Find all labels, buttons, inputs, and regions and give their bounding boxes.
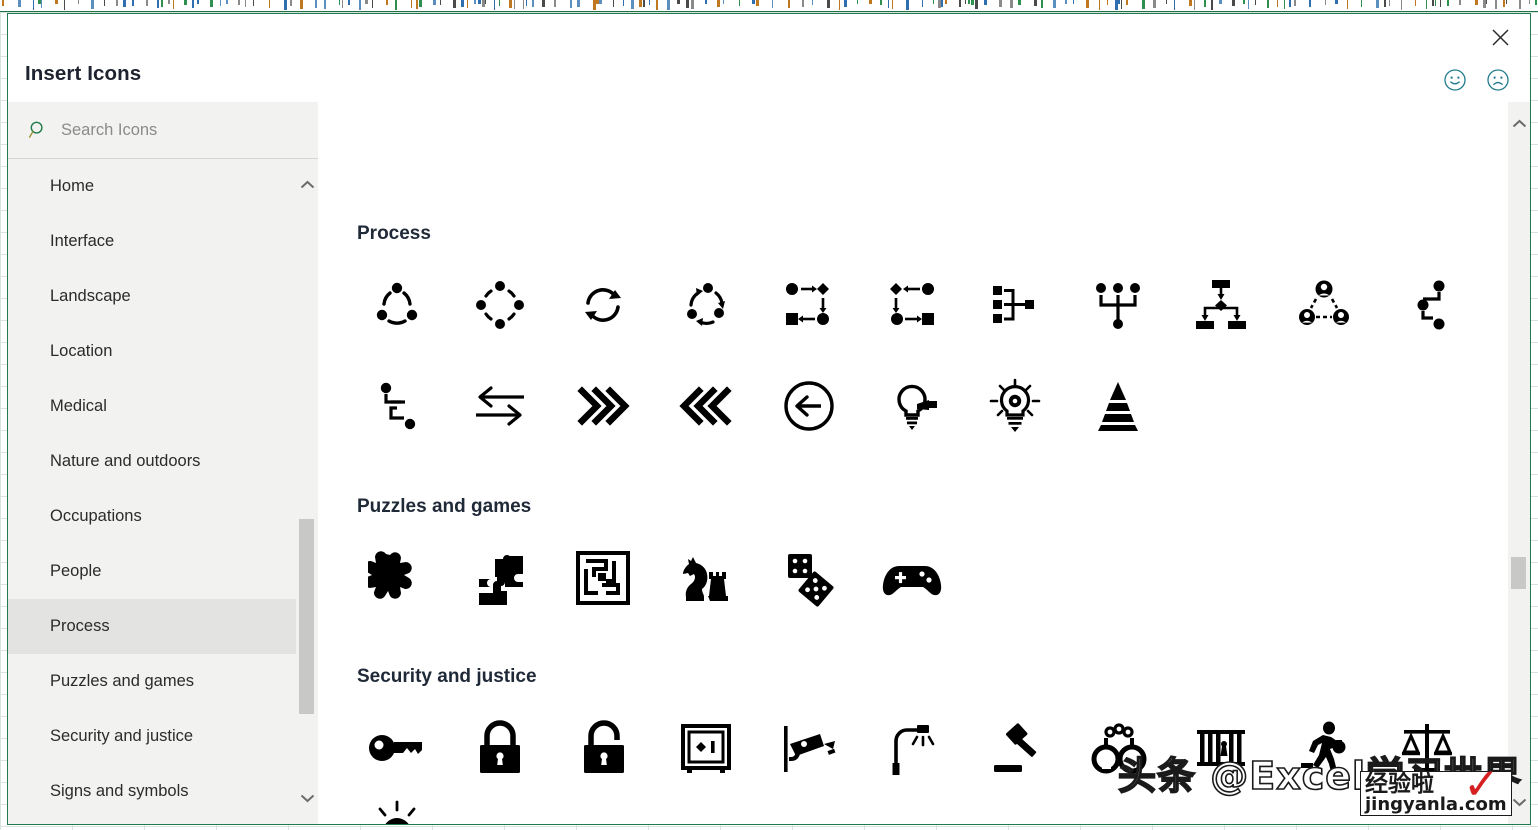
sidebar-item-interface[interactable]: Interface: [8, 214, 318, 269]
icon-gallery-scroll-area: Process Puzzles and games Security and j…: [318, 102, 1508, 824]
frowny-face-icon[interactable]: [1486, 68, 1510, 92]
handcuffs-icon[interactable]: [1066, 697, 1169, 798]
scroll-up-arrow-icon[interactable]: [1508, 112, 1530, 136]
people-network-icon[interactable]: [1272, 254, 1375, 355]
four-dot-cycle-icon[interactable]: [448, 254, 551, 355]
maze-icon[interactable]: [551, 527, 654, 628]
sidebar-item-label: Location: [50, 342, 113, 360]
sidebar-item-label: Occupations: [50, 507, 142, 525]
sidebar-item-people[interactable]: People: [8, 544, 318, 599]
triple-chevron-left-icon[interactable]: [654, 355, 757, 456]
key-icon[interactable]: [345, 697, 448, 798]
icon-grid-security-partial-row: [345, 798, 1478, 824]
sidebar-item-process[interactable]: Process: [8, 599, 318, 654]
padlock-open-icon[interactable]: [551, 697, 654, 798]
lightbulb-gear-icon[interactable]: [963, 355, 1066, 456]
three-dot-cycle-icon[interactable]: [345, 254, 448, 355]
sidebar-item-label: Security and justice: [50, 727, 194, 745]
category-sidebar: Home Interface Landscape Location Medica…: [8, 102, 318, 824]
icon-grid-process: [345, 254, 1478, 456]
back-arrow-circle-icon[interactable]: [757, 355, 860, 456]
three-arrow-cycle-icon[interactable]: [654, 254, 757, 355]
refresh-cycle-icon[interactable]: [551, 254, 654, 355]
category-list: Home Interface Landscape Location Medica…: [8, 159, 318, 824]
puzzle-piece-icon[interactable]: [345, 527, 448, 628]
sidebar-item-medical[interactable]: Medical: [8, 379, 318, 434]
scales-of-justice-icon[interactable]: [1375, 697, 1478, 798]
dice-icon[interactable]: [757, 527, 860, 628]
sidebar-item-landscape[interactable]: Landscape: [8, 269, 318, 324]
chevron-up-icon[interactable]: [296, 173, 318, 197]
search-input[interactable]: [61, 120, 281, 140]
sidebar-item-label: Signs and symbols: [50, 782, 189, 800]
converge-nodes-icon[interactable]: [1066, 254, 1169, 355]
sidebar-item-label: People: [50, 562, 102, 580]
search-icon: [28, 121, 43, 138]
game-controller-icon[interactable]: [860, 527, 963, 628]
sidebar-item-label: Home: [50, 177, 95, 195]
two-way-arrows-icon[interactable]: [448, 355, 551, 456]
sidebar-item-occupations[interactable]: Occupations: [8, 489, 318, 544]
jail-bars-icon[interactable]: [1169, 697, 1272, 798]
sidebar-scrollbar[interactable]: [296, 159, 318, 824]
section-title-puzzles-and-games: Puzzles and games: [357, 496, 532, 517]
section-title-security-and-justice: Security and justice: [357, 666, 537, 687]
insert-icons-dialog: Insert Icons Search Icons Home Interface…: [7, 13, 1531, 825]
decision-flowchart-icon[interactable]: [1169, 254, 1272, 355]
sidebar-item-label: Medical: [50, 397, 107, 415]
sidebar-item-puzzles-and-games[interactable]: Puzzles and games: [8, 654, 318, 709]
page-title: Insert Icons: [25, 62, 142, 85]
content-scrollbar[interactable]: [1508, 102, 1530, 824]
sidebar-item-label: Interface: [50, 232, 115, 250]
chevron-down-icon[interactable]: [296, 786, 318, 810]
icon-grid-puzzles-and-games: [345, 527, 1478, 628]
sidebar-scroll-thumb[interactable]: [299, 519, 314, 714]
icon-gallery: Process Puzzles and games Security and j…: [318, 102, 1530, 824]
sidebar-item-label: Landscape: [50, 287, 131, 305]
security-camera-icon[interactable]: [757, 697, 860, 798]
pyramid-layers-icon[interactable]: [1066, 355, 1169, 456]
sidebar-item-label: Puzzles and games: [50, 672, 194, 690]
dialog-titlebar: Insert Icons: [8, 14, 1530, 102]
search-row: [8, 102, 318, 159]
content-scroll-thumb[interactable]: [1511, 557, 1526, 589]
feedback-icon-group: [1443, 68, 1510, 92]
step-path-up-icon[interactable]: [1375, 254, 1478, 355]
excel-ribbon-sliver: [0, 0, 1538, 12]
icon-grid-security-and-justice: [345, 697, 1478, 798]
lightbulb-pen-icon[interactable]: [860, 355, 963, 456]
scroll-down-arrow-icon[interactable]: [1508, 790, 1530, 814]
sidebar-item-home[interactable]: Home: [8, 159, 318, 214]
sidebar-item-security-and-justice[interactable]: Security and justice: [8, 709, 318, 764]
counterclockwise-flow-shapes-icon[interactable]: [860, 254, 963, 355]
street-lamp-icon[interactable]: [860, 697, 963, 798]
sidebar-item-location[interactable]: Location: [8, 324, 318, 379]
close-button[interactable]: [1485, 22, 1515, 52]
clockwise-flow-shapes-icon[interactable]: [757, 254, 860, 355]
section-title-process: Process: [357, 223, 431, 244]
sidebar-item-nature-and-outdoors[interactable]: Nature and outdoors: [8, 434, 318, 489]
smiley-face-icon[interactable]: [1443, 68, 1467, 92]
merge-branches-icon[interactable]: [963, 254, 1066, 355]
dialog-body: Home Interface Landscape Location Medica…: [8, 102, 1530, 824]
step-path-down-icon[interactable]: [345, 355, 448, 456]
padlock-closed-icon[interactable]: [448, 697, 551, 798]
safe-vault-icon[interactable]: [654, 697, 757, 798]
puzzle-pieces-icon[interactable]: [448, 527, 551, 628]
triple-chevron-right-icon[interactable]: [551, 355, 654, 456]
gavel-icon[interactable]: [963, 697, 1066, 798]
running-thief-icon[interactable]: [1272, 697, 1375, 798]
chess-pieces-icon[interactable]: [654, 527, 757, 628]
sidebar-item-label: Process: [50, 617, 110, 635]
sidebar-item-signs-and-symbols[interactable]: Signs and symbols: [8, 764, 318, 819]
siren-light-icon[interactable]: [345, 798, 448, 824]
sidebar-item-label: Nature and outdoors: [50, 452, 201, 470]
